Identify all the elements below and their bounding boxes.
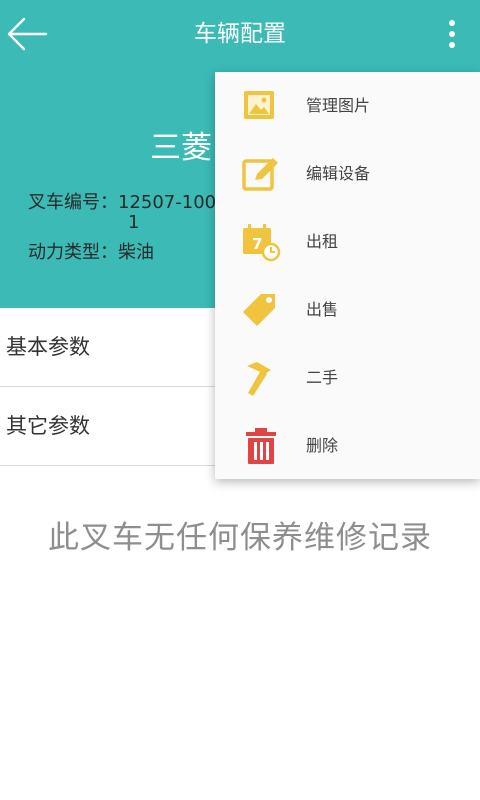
other-params-label: 其它参数 <box>6 414 90 438</box>
more-options-button[interactable] <box>436 12 468 56</box>
empty-records-message: 此叉车无任何保养维修记录 <box>48 520 432 556</box>
model-name: 三菱 <box>150 130 212 166</box>
forklift-number-value-wrap: 1 <box>128 212 140 233</box>
menu-item-sell[interactable]: 出售 <box>215 276 480 344</box>
hammer-icon <box>247 362 271 396</box>
top-app-bar: 车辆配置 <box>0 0 480 68</box>
trash-icon <box>246 428 276 464</box>
menu-label: 出售 <box>306 300 339 319</box>
svg-text:7: 7 <box>252 235 262 253</box>
forklift-number-row: 叉车编号：12507-100 <box>28 188 216 214</box>
back-button[interactable] <box>4 12 52 56</box>
overflow-menu: 管理图片 编辑设备 7 出租 出售 二手 删除 <box>215 72 480 479</box>
image-icon <box>244 91 274 119</box>
calendar-clock-icon: 7 <box>243 224 281 262</box>
edit-icon <box>242 158 278 191</box>
basic-params-label: 基本参数 <box>6 335 90 359</box>
back-arrow-icon <box>7 17 48 51</box>
more-dot <box>449 20 455 26</box>
menu-item-edit-device[interactable]: 编辑设备 <box>215 140 480 208</box>
page-title: 车辆配置 <box>194 21 286 47</box>
power-type-value: 柴油 <box>118 242 154 263</box>
menu-item-second-hand[interactable]: 二手 <box>215 344 480 412</box>
menu-label: 二手 <box>306 368 339 387</box>
power-type-label: 动力类型： <box>28 242 118 263</box>
more-dot <box>449 42 455 48</box>
menu-label: 出租 <box>306 232 339 251</box>
menu-label: 编辑设备 <box>306 164 371 183</box>
forklift-number-label: 叉车编号： <box>28 192 118 213</box>
power-type-row: 动力类型：柴油 <box>28 238 154 264</box>
menu-item-delete[interactable]: 删除 <box>215 412 480 480</box>
menu-item-rent[interactable]: 7 出租 <box>215 208 480 276</box>
forklift-number-value: 12507-100 <box>118 192 217 213</box>
price-tag-icon <box>243 294 275 326</box>
menu-item-manage-images[interactable]: 管理图片 <box>215 72 480 140</box>
more-dot <box>449 31 455 37</box>
menu-label: 删除 <box>306 436 339 455</box>
menu-label: 管理图片 <box>306 96 371 115</box>
